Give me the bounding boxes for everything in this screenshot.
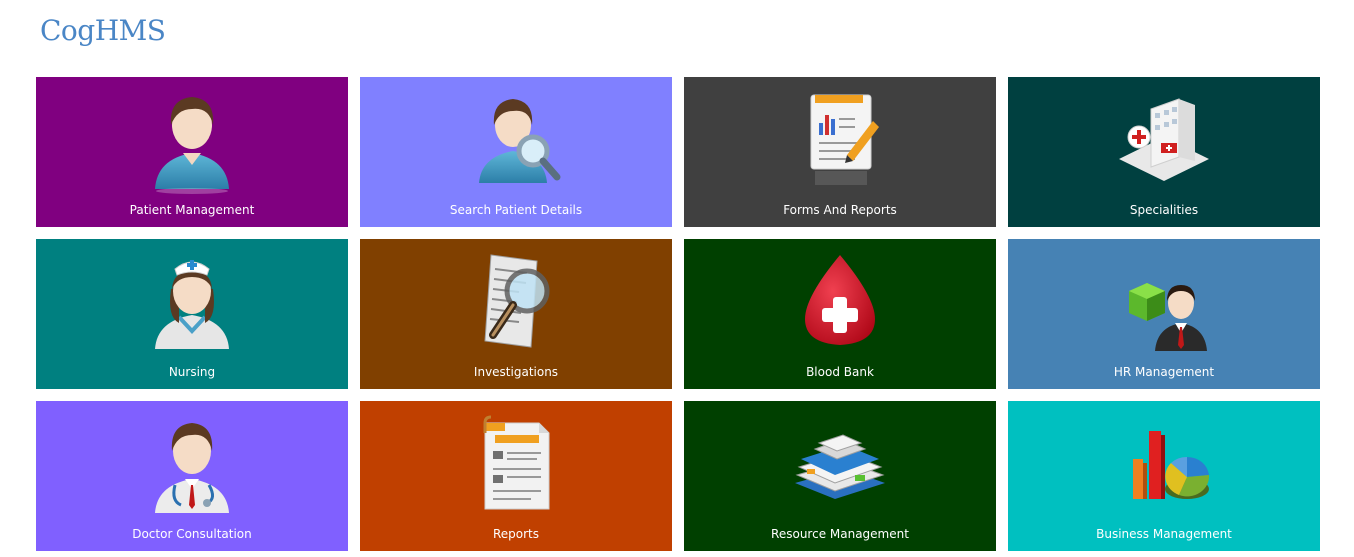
tile-label: Search Patient Details — [449, 203, 583, 217]
tile-label: Reports — [492, 527, 540, 541]
tile-business-management[interactable]: Business Management — [1008, 401, 1320, 551]
app-title: CogHMS — [40, 14, 166, 47]
hospital-icon — [1119, 98, 1209, 181]
nurse-icon — [155, 260, 229, 349]
tile-blood-bank[interactable]: Blood Bank — [684, 239, 996, 389]
tile-resource-management[interactable]: Resource Management — [684, 401, 996, 551]
search-patient-icon — [479, 99, 561, 183]
tile-label: Business Management — [1096, 527, 1232, 541]
forms-report-icon — [810, 94, 879, 185]
hr-icon — [1129, 283, 1207, 351]
tile-investigations[interactable]: Investigations — [360, 239, 672, 389]
tile-hr-management[interactable]: HR Management — [1008, 239, 1320, 389]
tile-label: Blood Bank — [806, 365, 874, 379]
tile-forms-and-reports[interactable]: Forms And Reports — [684, 77, 996, 227]
tile-label: Specialities — [1129, 203, 1199, 217]
tile-label: Doctor Consultation — [132, 527, 252, 541]
tile-nursing[interactable]: Nursing — [36, 239, 348, 389]
tile-label: Nursing — [168, 365, 216, 379]
resource-files-icon — [795, 434, 885, 499]
tile-patient-management[interactable]: Patient Management — [36, 77, 348, 227]
tile-doctor-consultation[interactable]: Doctor Consultation — [36, 401, 348, 551]
blood-drop-icon — [805, 255, 875, 345]
tile-specialities[interactable]: Specialities — [1008, 77, 1320, 227]
investigation-icon — [484, 254, 550, 348]
tile-label: Investigations — [473, 365, 559, 379]
patient-icon — [155, 97, 229, 194]
report-document-icon — [483, 415, 550, 510]
doctor-icon — [155, 423, 229, 513]
tile-label: Patient Management — [129, 203, 255, 217]
business-chart-icon — [1133, 431, 1210, 499]
tile-search-patient-details[interactable]: Search Patient Details — [360, 77, 672, 227]
tile-label: HR Management — [1113, 365, 1215, 379]
tile-label: Forms And Reports — [783, 203, 897, 217]
tile-reports[interactable]: Reports — [360, 401, 672, 551]
module-grid: Patient Management Search Patient Detail… — [36, 77, 1320, 551]
tile-label: Resource Management — [771, 527, 909, 541]
